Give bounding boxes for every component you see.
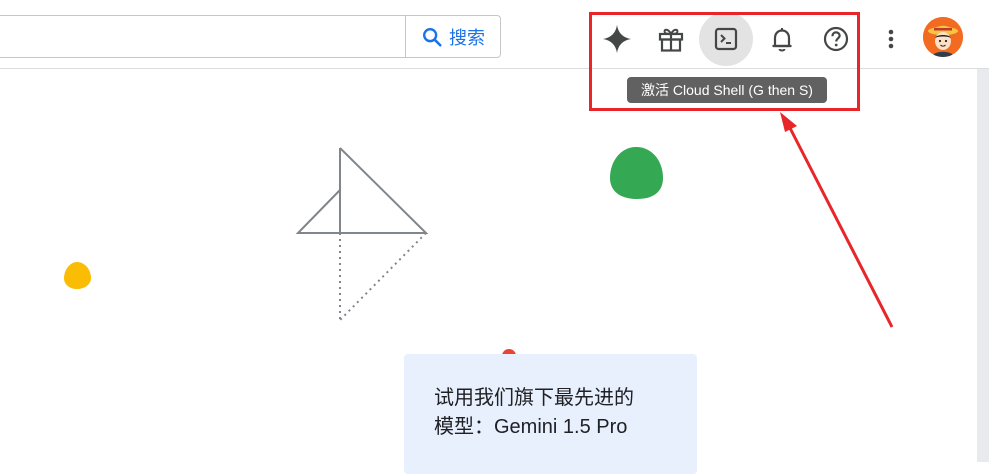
gemini-promo-card[interactable]: 试用我们旗下最先进的 模型：Gemini 1.5 Pro bbox=[404, 354, 697, 474]
annotation-arrow bbox=[780, 112, 894, 328]
green-blob bbox=[610, 147, 663, 199]
more-options-button[interactable] bbox=[864, 12, 918, 66]
scrollbar[interactable] bbox=[977, 69, 989, 462]
more-vert-icon bbox=[888, 29, 894, 49]
triangle-outline-shape bbox=[295, 147, 429, 234]
promo-text-line-1: 试用我们旗下最先进的 bbox=[434, 387, 634, 409]
search-input[interactable] bbox=[0, 16, 404, 57]
search-button-label: 搜索 bbox=[449, 27, 485, 48]
triangle-dotted-shape bbox=[339, 232, 427, 321]
user-avatar-icon bbox=[923, 17, 963, 57]
search-icon bbox=[423, 27, 442, 47]
search-box: 搜索 bbox=[0, 15, 501, 58]
avatar[interactable] bbox=[923, 17, 963, 57]
search-button[interactable]: 搜索 bbox=[405, 16, 500, 57]
cloud-shell-tooltip: 激活 Cloud Shell (G then S) bbox=[627, 77, 827, 103]
promo-text-line-2: 模型：Gemini 1.5 Pro bbox=[434, 416, 628, 438]
yellow-blob bbox=[64, 262, 91, 289]
